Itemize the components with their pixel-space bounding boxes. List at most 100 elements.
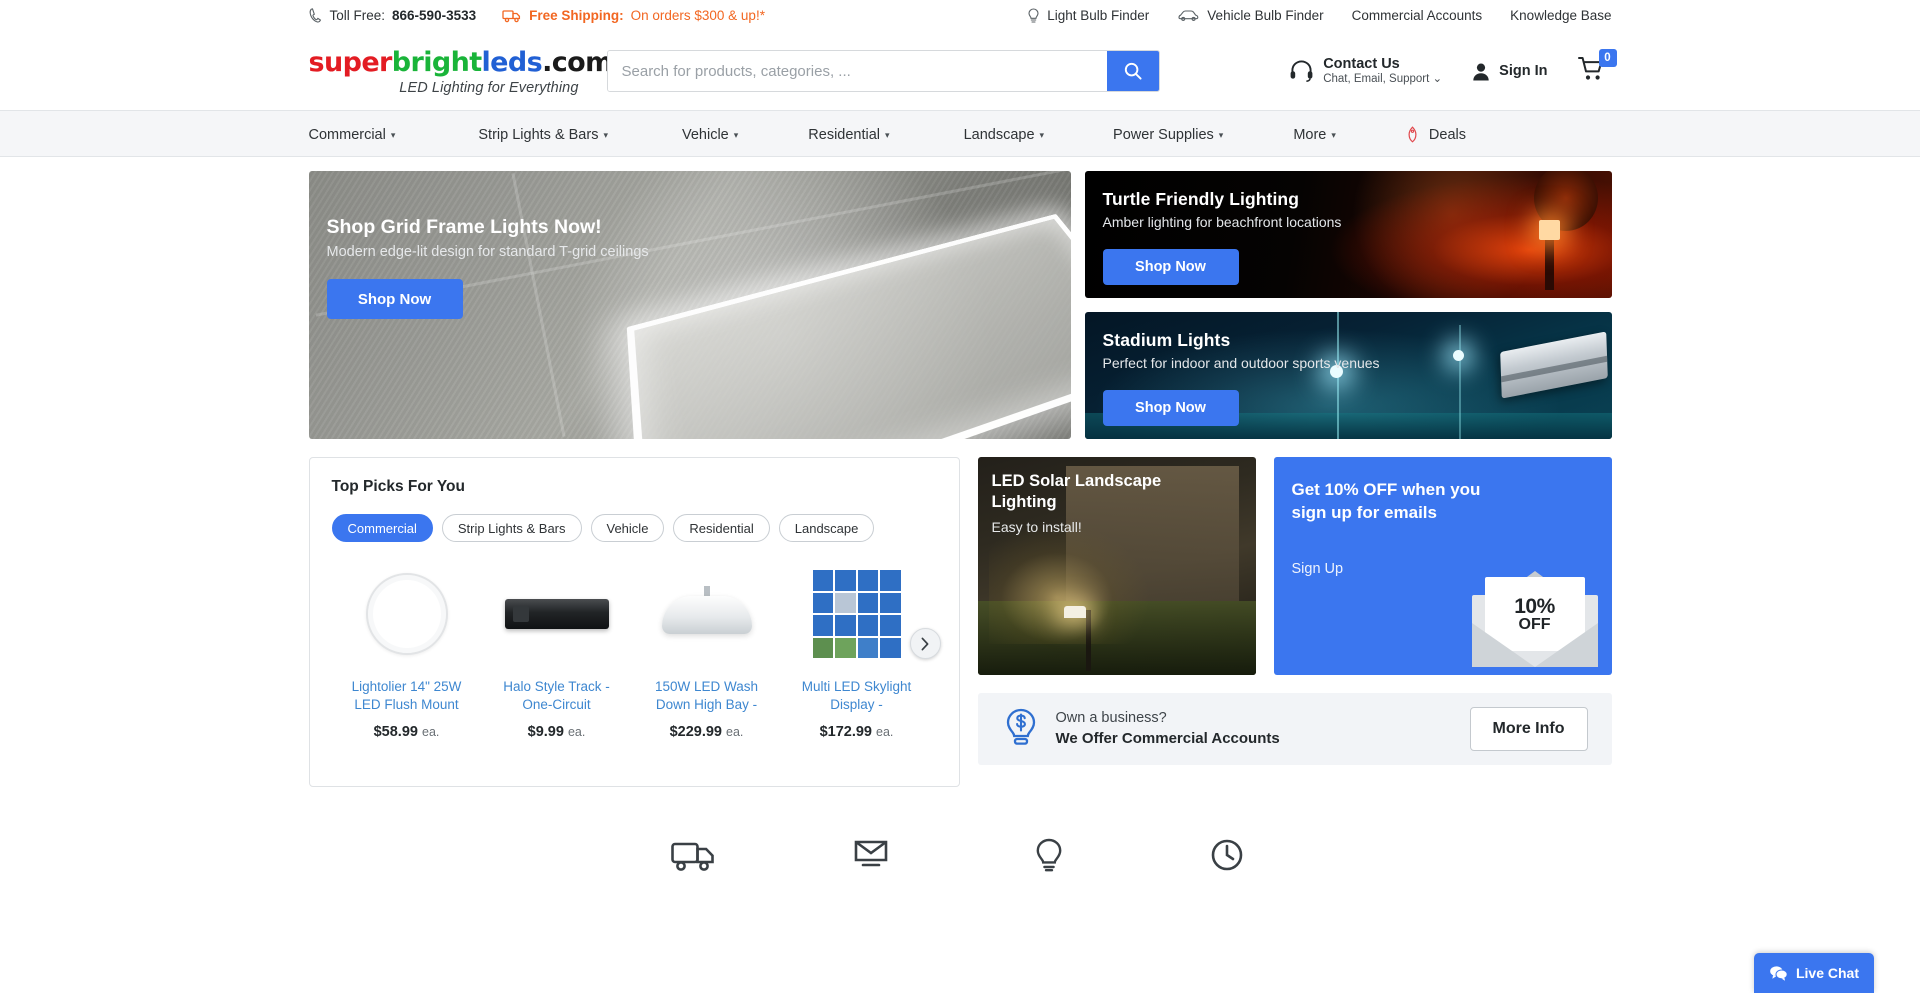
value-props-strip [309, 833, 1612, 877]
track-light-art [504, 599, 609, 629]
hero-banner-grid-frame-lights[interactable]: Shop Grid Frame Lights Now! Modern edge-… [308, 171, 1071, 439]
value-prop-icon-4 [1198, 833, 1256, 877]
carousel-next-button[interactable] [909, 628, 941, 659]
nav-label: Residential [808, 126, 881, 143]
logo-part-super: super [308, 46, 393, 78]
promo-tile-title: Stadium Lights [1102, 330, 1231, 350]
product-card[interactable]: Halo Style Track - One-Circuit $9.99 ea. [482, 564, 632, 740]
utility-bar-left: Toll Free: 866-590-3533 Free Shipping: O… [309, 8, 765, 23]
envelope-icon: 10% OFF [1471, 571, 1598, 667]
cart-button[interactable]: 0 [1577, 48, 1617, 87]
nav-item-strip-lights-bars[interactable]: Strip Lights & Bars ▾ [478, 127, 608, 143]
value-prop-icon-3 [1020, 833, 1078, 877]
promo-card-email-signup[interactable]: Get 10% OFF when you sign up for emails … [1273, 457, 1612, 675]
nav-items: Commercial ▾ Strip Lights & Bars ▾ Vehic… [309, 126, 1612, 143]
tile-pole [1458, 324, 1461, 439]
lightbulb-icon [1027, 7, 1040, 24]
stadium-shop-now-button[interactable]: Shop Now [1102, 390, 1239, 426]
vehicle-bulb-finder-link[interactable]: Vehicle Bulb Finder [1177, 8, 1324, 23]
product-name: Halo Style Track - One-Circuit [503, 679, 610, 712]
promo-tile-turtle-friendly-lighting[interactable]: Turtle Friendly Lighting Amber lighting … [1084, 171, 1612, 298]
chevron-down-icon: ▾ [885, 130, 890, 140]
header-actions: Contact Us Chat, Email, Support ⌄ Sign I… [1289, 48, 1617, 87]
search-area [579, 50, 1290, 92]
toll-free-phone[interactable]: Toll Free: 866-590-3533 [309, 8, 476, 23]
headset-icon [1289, 59, 1314, 83]
email-signup-link[interactable]: Sign Up [1292, 561, 1344, 577]
tab-vehicle[interactable]: Vehicle [590, 514, 665, 542]
search-input[interactable] [607, 51, 1107, 91]
top-picks-tabs: Commercial Strip Lights & Bars Vehicle R… [331, 514, 937, 542]
live-chat-button[interactable]: Live Chat [1754, 953, 1874, 993]
hero-title: Shop Grid Frame Lights Now! [326, 216, 602, 238]
product-card[interactable]: Lightolier 14" 25W LED Flush Mount $58.9… [332, 564, 482, 740]
promo-tile-subtitle: Perfect for indoor and outdoor sports ve… [1102, 355, 1380, 371]
product-price: $229.99 ea. [669, 723, 744, 740]
search-box [606, 50, 1160, 92]
solar-glow [988, 522, 1150, 645]
product-name: Multi LED Skylight Display - [801, 679, 912, 712]
product-card[interactable]: Multi LED Skylight Display - $172.99 ea. [782, 564, 932, 740]
live-chat-label: Live Chat [1795, 965, 1859, 981]
product-carousel: Lightolier 14" 25W LED Flush Mount $58.9… [332, 564, 941, 740]
search-button[interactable] [1106, 51, 1159, 91]
free-shipping-detail: On orders $300 & up!* [630, 8, 765, 23]
commercial-accounts-banner: Own a business? We Offer Commercial Acco… [977, 693, 1612, 765]
logo-tagline: LED Lighting for Everything [399, 79, 579, 96]
product-card[interactable]: 150W LED Wash Down High Bay - $229.99 ea… [632, 564, 782, 740]
tab-commercial[interactable]: Commercial [331, 514, 433, 542]
solar-lamp [1063, 606, 1086, 619]
phone-icon [309, 8, 323, 23]
light-bulb-finder-link[interactable]: Light Bulb Finder [1027, 7, 1150, 24]
promo-card-solar-landscape-lighting[interactable]: LED Solar Landscape Lighting Easy to ins… [977, 457, 1256, 675]
product-price-unit: ea. [726, 724, 744, 739]
nav-item-commercial[interactable]: Commercial ▾ [309, 127, 396, 143]
nav-item-landscape[interactable]: Landscape ▾ [964, 127, 1044, 143]
tab-landscape[interactable]: Landscape [778, 514, 875, 542]
nav-item-vehicle[interactable]: Vehicle ▾ [682, 127, 738, 143]
chevron-down-icon: ▾ [1331, 130, 1336, 140]
light-bulb-finder-label: Light Bulb Finder [1047, 8, 1150, 23]
tab-residential[interactable]: Residential [673, 514, 770, 542]
product-price-unit: ea. [876, 724, 894, 739]
commercial-accounts-line2: We Offer Commercial Accounts [1055, 729, 1280, 747]
utility-bar: Toll Free: 866-590-3533 Free Shipping: O… [0, 0, 1920, 32]
contact-us-menu[interactable]: Contact Us Chat, Email, Support ⌄ [1289, 56, 1442, 86]
promo-tile-title: Turtle Friendly Lighting [1102, 189, 1300, 209]
hero-shop-now-button[interactable]: Shop Now [326, 279, 463, 319]
contact-us-title: Contact Us [1323, 56, 1400, 73]
more-info-button[interactable]: More Info [1469, 707, 1588, 751]
value-prop-icon-1 [664, 833, 722, 877]
nav-item-residential[interactable]: Residential ▾ [808, 127, 889, 143]
logo-wordmark: superbrightleds.com® [308, 46, 624, 78]
nav-item-more[interactable]: More ▾ [1293, 127, 1336, 143]
price-tag-icon [1404, 126, 1421, 143]
nav-label: Power Supplies [1113, 126, 1214, 143]
contact-us-subtitle: Chat, Email, Support ⌄ [1323, 72, 1443, 85]
logo[interactable]: superbrightleds.com® LED Lighting for Ev… [308, 46, 624, 96]
search-icon [1123, 61, 1143, 81]
tab-strip-lights-bars[interactable]: Strip Lights & Bars [441, 514, 582, 542]
right-top-cards: LED Solar Landscape Lighting Easy to ins… [977, 457, 1612, 675]
nav-item-deals[interactable]: Deals [1404, 126, 1466, 143]
sign-in-button[interactable]: Sign In [1472, 62, 1548, 81]
commercial-accounts-link[interactable]: Commercial Accounts [1352, 8, 1483, 23]
car-icon [1177, 9, 1200, 22]
value-prop-icon-2 [842, 833, 900, 877]
product-image [332, 564, 482, 664]
product-price: $9.99 ea. [527, 723, 586, 740]
deals-label: Deals [1428, 126, 1466, 143]
truck-icon [502, 8, 522, 23]
product-price-unit: ea. [567, 724, 586, 739]
solar-card-title: LED Solar Landscape Lighting [991, 472, 1162, 512]
knowledge-base-link[interactable]: Knowledge Base [1510, 8, 1611, 23]
chevron-down-icon: ⌄ [1432, 72, 1443, 85]
sign-in-label: Sign In [1499, 63, 1548, 79]
promo-tile-stadium-lights[interactable]: Stadium Lights Perfect for indoor and ou… [1084, 312, 1612, 439]
hero-side-tiles: Turtle Friendly Lighting Amber lighting … [1084, 171, 1612, 439]
turtle-shop-now-button[interactable]: Shop Now [1102, 249, 1239, 285]
nav-item-power-supplies[interactable]: Power Supplies ▾ [1113, 127, 1223, 143]
main-navigation: Commercial ▾ Strip Lights & Bars ▾ Vehic… [0, 110, 1920, 157]
free-shipping-notice[interactable]: Free Shipping: On orders $300 & up!* [502, 8, 765, 23]
lightbulb-dollar-icon [1004, 708, 1038, 750]
